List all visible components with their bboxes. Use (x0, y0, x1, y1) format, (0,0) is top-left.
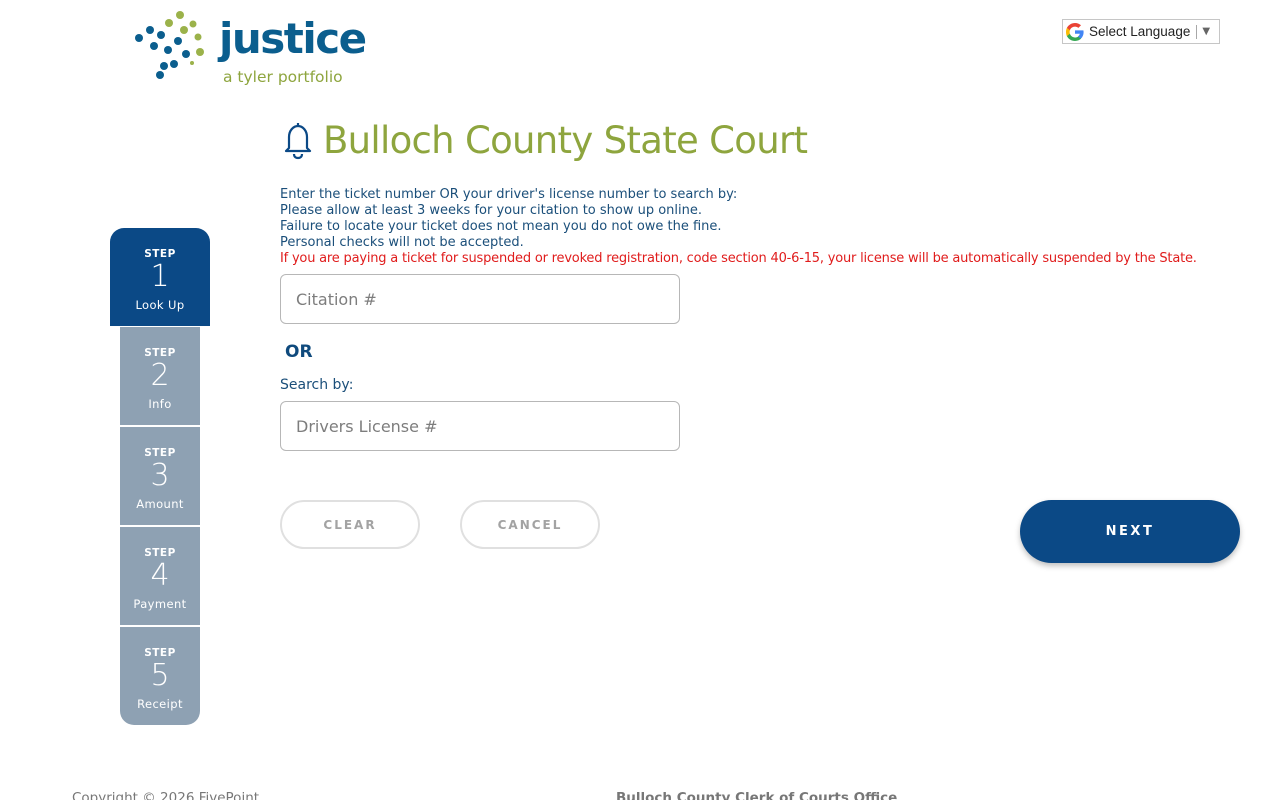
step-number: 3 (150, 458, 170, 493)
clear-button[interactable]: CLEAR (280, 500, 420, 549)
or-separator: OR (285, 342, 313, 362)
instruction-line: Please allow at least 3 weeks for your c… (280, 203, 703, 218)
search-by-label: Search by: (280, 377, 354, 393)
language-divider (1196, 24, 1198, 39)
step-number: 5 (150, 658, 170, 693)
next-button[interactable]: NEXT (1020, 500, 1240, 563)
step-label: Amount (136, 497, 184, 511)
bell-icon (284, 122, 312, 160)
footer-copyright: Copyright © 2026 FivePoint (72, 790, 260, 800)
step-number: 4 (150, 558, 170, 593)
step-number: 2 (150, 358, 170, 393)
instruction-line: Personal checks will not be accepted. (280, 235, 524, 250)
footer-office-name: Bulloch County Clerk of Courts Office (616, 790, 898, 800)
logo-dots-icon (135, 11, 204, 79)
step-label: Receipt (137, 697, 183, 711)
dropdown-caret-icon: ▼ (1202, 26, 1211, 37)
step-1-look-up[interactable]: STEP 1 Look Up (110, 228, 210, 326)
step-2-info[interactable]: STEP 2 Info (120, 327, 200, 425)
citation-input[interactable] (280, 274, 680, 324)
instructions: Enter the ticket number OR your driver's… (280, 187, 1240, 267)
logo-wordmark: justice (219, 14, 367, 63)
step-label: Look Up (135, 298, 185, 312)
google-icon (1066, 22, 1084, 41)
step-3-amount[interactable]: STEP 3 Amount (120, 427, 200, 525)
language-select[interactable]: Select Language ▼ (1062, 19, 1220, 44)
logo-tagline: a tyler portfolio (223, 68, 343, 86)
page-title: Bulloch County State Court (323, 118, 808, 162)
step-number: 1 (150, 259, 170, 294)
step-label: Info (148, 397, 172, 411)
justice-logo[interactable]: justice a tyler portfolio (134, 10, 367, 92)
drivers-license-input[interactable] (280, 401, 680, 451)
page-root: justice a tyler portfolio Select Languag… (0, 0, 1280, 800)
instruction-line: Enter the ticket number OR your driver's… (280, 187, 738, 202)
cancel-button[interactable]: CANCEL (460, 500, 600, 549)
step-4-payment[interactable]: STEP 4 Payment (120, 527, 200, 625)
page-header: Bulloch County State Court (282, 117, 808, 163)
language-select-label: Select Language (1089, 24, 1191, 39)
step-label: Payment (133, 597, 187, 611)
suspension-warning: If you are paying a ticket for suspended… (280, 251, 1197, 266)
step-5-receipt[interactable]: STEP 5 Receipt (120, 627, 200, 725)
instruction-line: Failure to locate your ticket does not m… (280, 219, 722, 234)
